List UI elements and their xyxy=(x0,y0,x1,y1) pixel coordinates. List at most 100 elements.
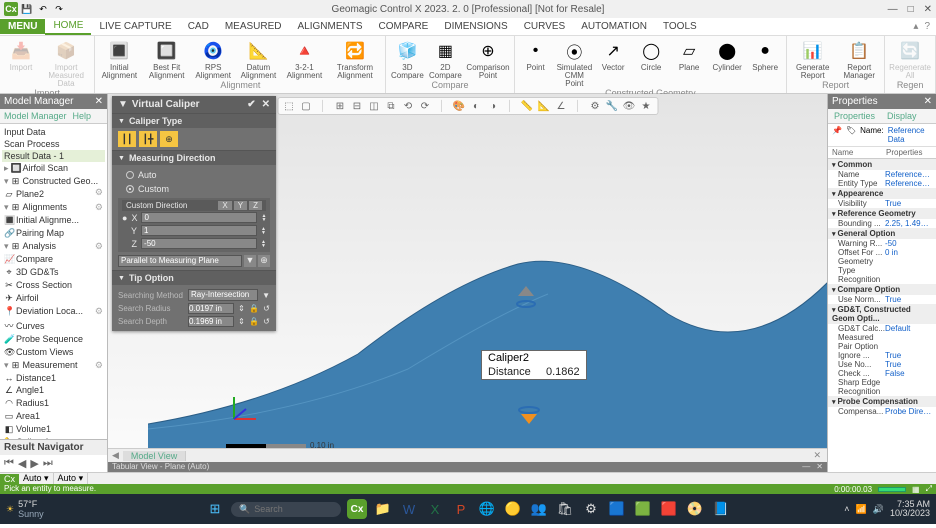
prop-row[interactable]: Measured Pair Option xyxy=(828,333,936,351)
ribbon-comparison-point-button[interactable]: ⊕Comparison Point xyxy=(466,38,509,80)
search-method-dropdown-icon[interactable]: ▼ xyxy=(262,291,270,300)
parallel-plane-select[interactable]: Parallel to Measuring Plane xyxy=(118,255,242,267)
tree-plane2[interactable]: ▱Plane2 xyxy=(2,188,105,201)
taskbar-app-other3[interactable]: 🟥 xyxy=(659,499,679,519)
prop-row[interactable]: Use No...True xyxy=(828,360,936,369)
nav-prev-icon[interactable]: ◀ xyxy=(18,457,26,470)
prop-pin-icon[interactable]: 📌 xyxy=(832,126,842,144)
ribbon-menu-tab[interactable]: MENU xyxy=(0,19,45,34)
start-button[interactable]: ⊞ xyxy=(205,499,225,519)
ribbon-report-manager-button[interactable]: 📋Report Manager xyxy=(838,38,880,80)
nav-next-icon[interactable]: ▶ xyxy=(30,457,38,470)
viewport-status-close[interactable]: ✕ xyxy=(816,462,823,472)
close-button[interactable]: ✕ xyxy=(924,4,932,15)
tree-compare[interactable]: 📈Compare xyxy=(2,253,105,266)
view-tool-1-icon[interactable]: ▢ xyxy=(299,99,313,113)
caliper-type-2[interactable]: ┃╋ xyxy=(139,131,157,147)
axis-x-button[interactable]: X xyxy=(218,201,231,210)
search-depth-lock-icon[interactable]: 🔒 xyxy=(249,317,259,326)
taskbar-app-other2[interactable]: 🟩 xyxy=(633,499,653,519)
caliper-type-3[interactable]: ⊕ xyxy=(160,131,178,147)
model-tree[interactable]: Input DataScan ProcessResult Data - 1▸🔲A… xyxy=(0,124,107,439)
prop-row[interactable]: GD&T Calc...Default xyxy=(828,324,936,333)
taskbar-search[interactable]: 🔍 xyxy=(231,502,341,517)
view-tool-4-icon[interactable]: ⊟ xyxy=(350,99,364,113)
tab-help[interactable]: Help xyxy=(73,111,92,121)
view-tool-14-icon[interactable]: 📏 xyxy=(520,99,534,113)
tree-measurement[interactable]: ▾⊞Measurement⚙ xyxy=(2,359,105,372)
ribbon-tab-live-capture[interactable]: LIVE CAPTURE xyxy=(91,19,179,34)
taskbar-clock[interactable]: 7:35 AM 10/3/2023 xyxy=(890,500,930,518)
view-tool-6-icon[interactable]: ⧉ xyxy=(384,99,398,113)
tree-radius1[interactable]: ◠Radius1 xyxy=(2,397,105,410)
view-tool-0-icon[interactable]: ⬚ xyxy=(282,99,296,113)
tab-display[interactable]: Display xyxy=(881,109,923,123)
prop-row[interactable]: Sharp Edge Recognition xyxy=(828,378,936,396)
ribbon-tab-curves[interactable]: CURVES xyxy=(516,19,574,34)
taskbar-weather[interactable]: ☀ 57°FSunny xyxy=(6,499,44,519)
view-tool-19-icon[interactable]: 🔧 xyxy=(605,99,619,113)
ribbon-tab-dimensions[interactable]: DIMENSIONS xyxy=(436,19,515,34)
status-auto1[interactable]: Auto ▾ xyxy=(19,473,54,484)
status-app-icon[interactable]: Cx xyxy=(0,474,19,484)
minimize-button[interactable]: — xyxy=(888,4,898,15)
taskbar-app-teams[interactable]: 👥 xyxy=(529,499,549,519)
ribbon-tab-home[interactable]: HOME xyxy=(45,18,91,35)
tree-airfoil-scan[interactable]: ▸🔲Airfoil Scan xyxy=(2,162,105,175)
panel-close-icon[interactable]: ✕ xyxy=(95,96,103,107)
prop-row[interactable]: Ignore ...True xyxy=(828,351,936,360)
ribbon-cylinder-button[interactable]: ⬤Cylinder xyxy=(710,38,744,88)
search-radius-input[interactable] xyxy=(188,303,234,314)
tree-constructed-geo-[interactable]: ▾⊞Constructed Geo...⚙ xyxy=(2,175,105,188)
ribbon-plane-button[interactable]: ▱Plane xyxy=(672,38,706,88)
tree-result-data-1[interactable]: Result Data - 1 xyxy=(2,150,105,162)
ribbon-tab-alignments[interactable]: ALIGNMENTS xyxy=(290,19,371,34)
tab-properties[interactable]: Properties xyxy=(828,109,881,123)
nav-last-icon[interactable]: ⏭ xyxy=(43,457,53,470)
taskbar-app-edge[interactable]: 🌐 xyxy=(477,499,497,519)
search-radius-reset-icon[interactable]: ↺ xyxy=(263,304,270,313)
viewport-tab-close[interactable]: ✕ xyxy=(807,450,827,461)
prop-row[interactable]: Bounding ...2.25, 1.4975, 4... xyxy=(828,219,936,228)
view-tool-16-icon[interactable]: ∠ xyxy=(554,99,568,113)
prop-row[interactable]: VisibilityTrue xyxy=(828,199,936,208)
coord-y-spinner[interactable]: ▲▼ xyxy=(261,227,266,235)
view-tool-8-icon[interactable]: ⟳ xyxy=(418,99,432,113)
axis-y-button[interactable]: Y xyxy=(234,201,247,210)
prop-row[interactable]: Use Norm...True xyxy=(828,295,936,304)
prop-group-appearence[interactable]: Appearence xyxy=(828,188,936,199)
tray-wifi-icon[interactable]: 📶 xyxy=(856,504,867,515)
parallel-pick-icon[interactable]: ⊕ xyxy=(258,255,270,267)
ribbon-initial-alignment-button[interactable]: 🔳Initial Alignment xyxy=(99,38,139,80)
ribbon-circle-button[interactable]: ◯Circle xyxy=(634,38,668,88)
view-tool-12-icon[interactable]: ◑ xyxy=(486,99,500,113)
caliper-ok-icon[interactable]: ✔ xyxy=(247,99,255,110)
tree-pairing-map[interactable]: 🔗Pairing Map xyxy=(2,227,105,240)
prop-group-gd-t-constructed-geom-opti-[interactable]: GD&T, Constructed Geom Opti... xyxy=(828,304,936,324)
search-depth-spinner[interactable]: ⇕ xyxy=(238,317,245,326)
tree-cross-section[interactable]: ✂Cross Section xyxy=(2,279,105,292)
virtual-caliper-dialog[interactable]: ▼ Virtual Caliper ✔ ✕ Caliper Type ┃┃ ┃╋… xyxy=(112,96,276,331)
tray-up-icon[interactable]: ˄ xyxy=(844,504,849,514)
taskbar-app-cx[interactable]: Cx xyxy=(347,499,367,519)
tip-option-header[interactable]: Tip Option xyxy=(112,271,276,285)
prop-tag-icon[interactable]: 🏷 xyxy=(846,126,856,144)
taskbar-app-settings[interactable]: ⚙ xyxy=(581,499,601,519)
tree-analysis[interactable]: ▾⊞Analysis⚙ xyxy=(2,240,105,253)
maximize-button[interactable]: □ xyxy=(908,4,914,15)
viewport-status-min[interactable]: — xyxy=(802,462,810,472)
ribbon-generate-report-button[interactable]: 📊Generate Report xyxy=(791,38,834,80)
caliper-type-header[interactable]: Caliper Type xyxy=(112,114,276,128)
tree-deviation-loca-[interactable]: 📍Deviation Loca...⚙ xyxy=(2,305,105,318)
view-tool-15-icon[interactable]: 📐 xyxy=(537,99,551,113)
prop-group-common[interactable]: Common xyxy=(828,159,936,170)
caliper-collapse-icon[interactable]: ▼ xyxy=(118,99,128,110)
ribbon-tab-tools[interactable]: TOOLS xyxy=(655,19,705,34)
view-tool-21-icon[interactable]: ★ xyxy=(639,99,653,113)
tree-distance1[interactable]: ↔Distance1 xyxy=(2,372,105,384)
prop-row[interactable]: Compensa...Probe Direction xyxy=(828,407,936,416)
probe-bottom-icon[interactable] xyxy=(518,404,540,432)
coord-z-input[interactable] xyxy=(141,238,257,249)
prop-group-probe-compensation[interactable]: Probe Compensation xyxy=(828,396,936,407)
ribbon-tab-measured[interactable]: MEASURED xyxy=(217,19,290,34)
